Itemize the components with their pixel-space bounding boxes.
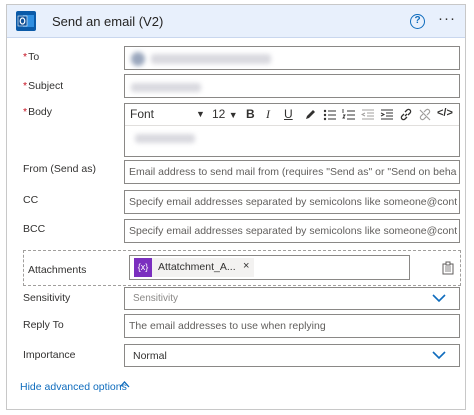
cc-label: CC [23, 194, 39, 206]
array-mode-icon[interactable] [442, 261, 454, 275]
importance-value: Normal [133, 350, 167, 362]
required-marker: * [23, 106, 28, 118]
send-email-card: Send an email (V2) ? ··· *To *Subject *B… [6, 4, 466, 410]
from-field[interactable]: Email address to send mail from (require… [124, 160, 460, 184]
dynamic-content-token[interactable]: {x} Attatchment_A... × [134, 258, 254, 277]
chevron-down-icon [432, 294, 446, 303]
caret-down-icon: ▼ [196, 109, 205, 119]
cc-field[interactable]: Specify email addresses separated by sem… [124, 190, 460, 214]
bcc-label: BCC [23, 223, 46, 235]
subject-label: *Subject [23, 80, 63, 92]
italic-button[interactable]: I [266, 107, 270, 122]
bcc-field[interactable]: Specify email addresses separated by sem… [124, 219, 460, 243]
code-view-icon[interactable]: </> [437, 107, 453, 119]
from-placeholder: Email address to send mail from (require… [129, 166, 457, 178]
numbered-list-icon[interactable] [342, 108, 356, 121]
hide-advanced-options-link[interactable]: Hide advanced options [20, 381, 127, 393]
importance-label: Importance [23, 349, 76, 361]
help-icon[interactable]: ? [410, 14, 425, 29]
subject-field[interactable] [124, 74, 460, 98]
avatar [131, 52, 145, 66]
body-toolbar: Font ▼ 12 ▼ B I U </> [125, 104, 459, 126]
subject-label-text: Subject [28, 80, 64, 92]
redacted-body-text [135, 134, 195, 143]
attachments-label: Attachments [28, 264, 87, 276]
sensitivity-placeholder: Sensitivity [133, 293, 179, 304]
body-editor[interactable]: Font ▼ 12 ▼ B I U </> [124, 103, 460, 157]
redacted-recipient [151, 54, 271, 64]
chevron-up-icon[interactable] [119, 380, 130, 388]
font-size-value: 12 [212, 107, 226, 121]
indent-icon[interactable] [380, 108, 394, 121]
chevron-down-icon [432, 351, 446, 360]
bullet-list-icon[interactable] [323, 108, 337, 121]
pen-icon[interactable] [304, 108, 317, 121]
bcc-placeholder: Specify email addresses separated by sem… [129, 225, 457, 237]
sensitivity-select[interactable]: Sensitivity [124, 287, 460, 310]
reply-to-placeholder: The email addresses to use when replying [129, 320, 326, 332]
action-title: Send an email (V2) [52, 14, 164, 29]
font-select-value: Font [130, 107, 155, 121]
importance-select[interactable]: Normal [124, 344, 460, 367]
to-label: *To [23, 51, 39, 63]
bold-button[interactable]: B [246, 107, 255, 121]
reply-to-field[interactable]: The email addresses to use when replying [124, 314, 460, 338]
required-marker: * [23, 80, 28, 92]
from-label: From (Send as) [23, 163, 96, 175]
cc-placeholder: Specify email addresses separated by sem… [129, 196, 457, 208]
body-label: *Body [23, 106, 52, 118]
underline-button[interactable]: U [284, 107, 293, 121]
more-options-icon[interactable]: ··· [438, 11, 456, 26]
redacted-subject [131, 83, 201, 92]
outdent-icon[interactable] [361, 108, 375, 121]
reply-to-label: Reply To [23, 319, 64, 331]
caret-down-icon: ▼ [228, 110, 238, 120]
sensitivity-label: Sensitivity [23, 292, 71, 304]
attachments-row: Attachments {x} Attatchment_A... × [23, 250, 461, 286]
font-select[interactable]: Font ▼ [130, 107, 206, 121]
outlook-icon [16, 11, 36, 31]
card-header[interactable]: Send an email (V2) ? ··· [7, 5, 465, 38]
expression-icon: {x} [134, 258, 152, 277]
to-label-text: To [28, 51, 40, 63]
font-size-select[interactable]: 12 ▼ [212, 107, 238, 121]
close-icon[interactable]: × [243, 260, 249, 272]
body-label-text: Body [28, 106, 53, 118]
required-marker: * [23, 51, 28, 63]
unlink-icon[interactable] [418, 108, 432, 121]
link-icon[interactable] [399, 108, 413, 121]
attachments-field[interactable]: {x} Attatchment_A... × [129, 255, 410, 280]
to-field[interactable] [124, 46, 460, 70]
token-label: Attatchment_A... [158, 261, 236, 273]
